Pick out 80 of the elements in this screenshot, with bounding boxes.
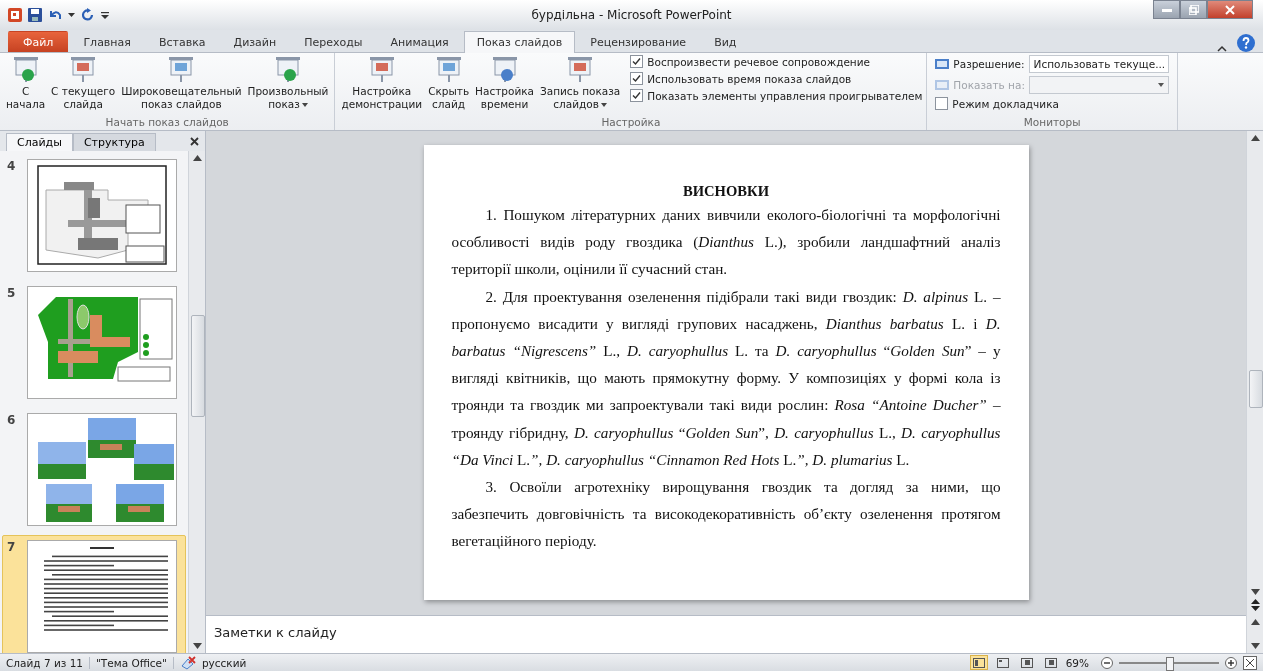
close-icon (1225, 4, 1235, 15)
ribbon-button[interactable]: Настройка времени (473, 55, 536, 111)
ribbon-button[interactable]: С начала (4, 55, 48, 111)
minimize-icon (1161, 7, 1172, 12)
slide-title: ВИСНОВКИ (682, 182, 770, 201)
checkbox[interactable]: Использовать время показа слайдов (630, 72, 923, 85)
caret-icon (301, 103, 308, 107)
dropdown-field[interactable] (1028, 76, 1169, 94)
zoom-slider-thumb[interactable] (1166, 656, 1174, 671)
slide-number: 7 (7, 540, 17, 556)
notes-field[interactable]: Заметки к слайду (206, 615, 1246, 653)
close-icon[interactable] (190, 136, 199, 146)
ribbon-button[interactable]: Настройка демонстрации (339, 55, 425, 111)
ribbon-tab[interactable]: Показ слайдов (463, 31, 576, 53)
caret-icon[interactable] (68, 13, 75, 17)
view-button[interactable] (969, 655, 988, 670)
scrollbar-thumb[interactable] (191, 315, 205, 417)
checkbox[interactable]: Воспроизвести речевое сопровождение (630, 55, 923, 68)
checkbox[interactable]: Показать элементы управления проигрывателем (630, 89, 923, 102)
ribbon-tab[interactable]: Рецензирование (577, 31, 700, 52)
zoom-out-icon[interactable] (1101, 656, 1113, 669)
collapse-ribbon-icon[interactable] (1217, 45, 1227, 52)
slide-thumbnail[interactable]: 7 (2, 535, 186, 653)
zoom-in-icon[interactable] (1225, 656, 1237, 669)
monitor-icon (935, 58, 950, 70)
previous-next-slide-icon[interactable] (1250, 599, 1260, 611)
scroll-down-icon[interactable] (192, 643, 202, 649)
customize-toolbar-icon[interactable] (101, 11, 109, 19)
scroll-down-icon[interactable] (1250, 589, 1260, 595)
help-icon[interactable] (1237, 34, 1255, 52)
panel-tab[interactable]: Структура (72, 133, 156, 151)
undo-icon[interactable] (48, 8, 62, 22)
ribbon-tab[interactable]: Дизайн (220, 31, 290, 52)
scroll-up-icon[interactable] (1250, 135, 1260, 141)
scroll-up-icon[interactable] (1250, 619, 1260, 625)
file-tab[interactable]: Файл (8, 31, 69, 52)
language[interactable]: русский (201, 656, 253, 669)
checkbox[interactable]: Режим докладчика (935, 97, 1059, 110)
zoom-level[interactable]: 69% (1065, 656, 1095, 669)
redo-icon[interactable] (81, 8, 95, 22)
ribbon-button[interactable]: Запись показа слайдов (538, 55, 623, 111)
scroll-up-icon[interactable] (192, 155, 202, 161)
scrollbar-thumb[interactable] (1249, 370, 1263, 408)
ribbon-tab[interactable]: Вид (701, 31, 750, 52)
window-title: бурдільна - Microsoft PowerPoint (531, 8, 732, 22)
ribbon-tab[interactable]: Вставка (145, 31, 219, 52)
close-button[interactable] (1207, 0, 1253, 19)
theme-name: "Тема Office" (96, 656, 174, 669)
slide-counter: Слайд 7 из 11 (6, 656, 91, 669)
slide-number: 4 (7, 159, 17, 175)
group-label: Начать показ слайдов (104, 116, 230, 130)
app-icon[interactable] (8, 8, 22, 22)
ribbon-button[interactable]: Произвольный показ (245, 55, 331, 111)
ribbon-tab[interactable]: Анимация (377, 31, 462, 52)
monitor-icon (935, 79, 950, 91)
ribbon-button[interactable]: Широковещательный показ слайдов (119, 55, 244, 111)
slide-paragraph: 2. Для проектування озеленення підібрали такі види гвоздик: D. alpinus L. – пропонуємо висадити у вигляді групових насаджень, Dianthus barbatus L. і D. barbatus “Nigrescens” L., D. caryophullus L. та D. caryophullus “Golden Sun” – у вигляді квітників, що мають прямокутну форму. У композиціях у формі кола із троянди та гвоздик ми запроектували такі види рослин: Rosa “Antoine Ducher” – троянду гібридну, D. caryophullus “Golden Sun”, D. caryophullus L., D. caryophullus “Da Vinci L.”, D. caryophullus “Cinnamon Red Hots L.”, D. plumarius L. (451, 286, 1001, 470)
field-label: Показать на: (953, 79, 1025, 91)
save-icon[interactable] (28, 8, 42, 22)
caret-icon (600, 103, 607, 107)
group-label: Настройка (600, 116, 662, 130)
fit-to-window-icon[interactable] (1243, 655, 1257, 670)
ribbon-tab[interactable]: Главная (70, 31, 144, 52)
minimize-button[interactable] (1153, 0, 1180, 19)
ribbon-button[interactable]: Скрыть слайд (426, 55, 472, 111)
field-label: Разрешение: (953, 58, 1025, 70)
slide-paragraph: 3. Освоїли агротехніку вирощування гвоздик та догляд за ними, що забезпечить довговічність та високодекоративність об’єкту озеленення протягом вегетаційного періоду. (451, 477, 1001, 552)
slide-number: 6 (7, 413, 17, 429)
scroll-down-icon[interactable] (1250, 643, 1260, 649)
spellcheck-icon[interactable] (179, 655, 196, 670)
ribbon-tab[interactable]: Переходы (291, 31, 376, 52)
restore-button[interactable] (1180, 0, 1207, 19)
slide-paragraph: 1. Пошуком літературних даних вивчили еколого-біологічні та морфологічні особливості видів роду гвоздика (Dianthus L.), зробили ландшафтний аналіз території школи, оцінили її сучасний стан. (451, 205, 1001, 280)
restore-icon (1188, 4, 1199, 15)
ribbon-button[interactable]: С текущего слайда (49, 55, 118, 111)
group-label: Мониторы (1022, 116, 1082, 130)
panel-tab[interactable]: Слайды (6, 133, 73, 151)
caret-icon (1157, 83, 1164, 87)
dropdown-field[interactable]: Использовать текуще... (1028, 55, 1169, 73)
slide-number: 5 (7, 286, 17, 302)
